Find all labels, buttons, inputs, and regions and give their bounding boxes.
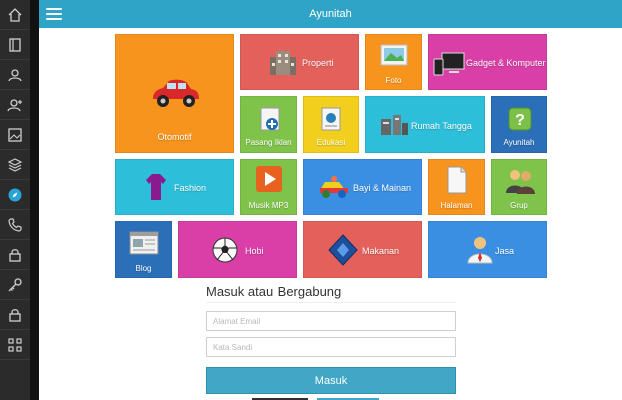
tile-label: Musik MP3 [248, 201, 289, 210]
tile-label: Bayi & Mainan [353, 183, 412, 193]
tile-label: Foto [385, 76, 402, 85]
tile-gadget-komputer[interactable]: Gadget & Komputer [428, 34, 547, 90]
page-icon [447, 166, 467, 194]
tile-edukasi[interactable]: Edukasi [303, 96, 359, 153]
sidebar-item-image[interactable] [0, 120, 30, 150]
sidebar-item-grid[interactable] [0, 330, 30, 360]
sidebar-item-phone[interactable] [0, 210, 30, 240]
tile-ayunitah[interactable]: ? Ayunitah [491, 96, 547, 153]
phone-icon [8, 217, 22, 232]
tile-musik-mp3[interactable]: Musik MP3 [240, 159, 297, 215]
tile-label: Halaman [440, 201, 473, 210]
tile-label: Properti [302, 58, 334, 68]
email-field[interactable] [206, 311, 456, 331]
food-icon [328, 234, 358, 266]
soccer-ball-icon [212, 237, 238, 263]
group-icon [506, 170, 535, 194]
tile-rumah-tangga[interactable]: Rumah Tangga [365, 96, 485, 153]
book-icon [9, 37, 21, 52]
car-icon [153, 79, 199, 107]
tile-fashion[interactable]: Fashion [115, 159, 234, 215]
tile-grup[interactable]: Grup [491, 159, 547, 215]
sidebar [0, 0, 31, 400]
tile-label: Rumah Tangga [411, 121, 472, 131]
computer-icon [433, 52, 465, 76]
service-person-icon [467, 237, 493, 264]
tile-label: Fashion [174, 183, 207, 193]
play-icon [256, 166, 282, 192]
tile-hobi[interactable]: Hobi [178, 221, 297, 278]
tile-halaman[interactable]: Halaman [428, 159, 485, 215]
tile-label: Gadget & Komputer [466, 58, 546, 68]
blog-window-icon [129, 231, 159, 255]
sidebar-item-layers[interactable] [0, 150, 30, 180]
page-title: Ayunitah [309, 8, 352, 20]
tile-label: Pasang Iklan [245, 138, 292, 147]
sidebar-item-lock-2[interactable] [0, 300, 30, 330]
tile-blog[interactable]: Blog [115, 221, 172, 278]
sidebar-gutter [30, 0, 39, 400]
tile-label: Blog [135, 264, 152, 273]
help-icon: ? [508, 107, 532, 131]
book-document-icon [321, 107, 341, 131]
tile-label: Ayunitah [503, 138, 535, 147]
furniture-icon [381, 115, 408, 135]
users-icon [8, 68, 22, 81]
register-link[interactable]: Bergabung [278, 284, 342, 299]
tile-otomotif[interactable]: Otomotif [115, 34, 234, 153]
password-field[interactable] [206, 337, 456, 357]
toy-car-icon [320, 176, 348, 198]
grid-icon [8, 337, 22, 352]
login-button[interactable]: Masuk [206, 367, 456, 394]
key-icon [8, 277, 22, 291]
svg-text:?: ? [515, 112, 525, 129]
sidebar-item-compass[interactable] [0, 180, 30, 210]
tile-label: Hobi [245, 246, 264, 256]
sidebar-item-home[interactable] [0, 0, 30, 30]
tile-label: Makanan [362, 246, 400, 256]
sidebar-item-user-add[interactable] [0, 90, 30, 120]
home-icon [8, 7, 22, 22]
compass-icon [8, 188, 22, 201]
layers-icon [7, 157, 23, 172]
tile-label: Edukasi [316, 138, 346, 147]
image-icon [8, 127, 22, 142]
tile-label: Grup [510, 201, 528, 210]
lock-icon [9, 308, 21, 322]
user-add-icon [7, 98, 22, 111]
top-bar: Ayunitah [39, 0, 622, 28]
tile-label: Otomotif [157, 132, 192, 142]
sidebar-item-users[interactable] [0, 60, 30, 90]
tile-jasa[interactable]: Jasa [428, 221, 547, 278]
tile-pasang-iklan[interactable]: Pasang Iklan [240, 96, 297, 153]
building-icon [270, 51, 296, 75]
lock-icon [9, 248, 21, 262]
sidebar-item-book[interactable] [0, 30, 30, 60]
add-document-icon [260, 107, 280, 131]
clothing-icon [146, 174, 166, 200]
tile-label: Jasa [495, 246, 515, 256]
tile-makanan[interactable]: Makanan [303, 221, 422, 278]
auth-heading: Masuk atau Bergabung [206, 283, 458, 301]
sidebar-item-lock[interactable] [0, 240, 30, 270]
divider [206, 302, 456, 303]
tile-bayi-mainan[interactable]: Bayi & Mainan [303, 159, 422, 215]
tile-foto[interactable]: Foto [365, 34, 422, 90]
login-title: Masuk atau [206, 284, 274, 299]
sidebar-item-key[interactable] [0, 270, 30, 300]
photo-icon [380, 44, 408, 66]
tile-properti[interactable]: Properti [240, 34, 359, 90]
